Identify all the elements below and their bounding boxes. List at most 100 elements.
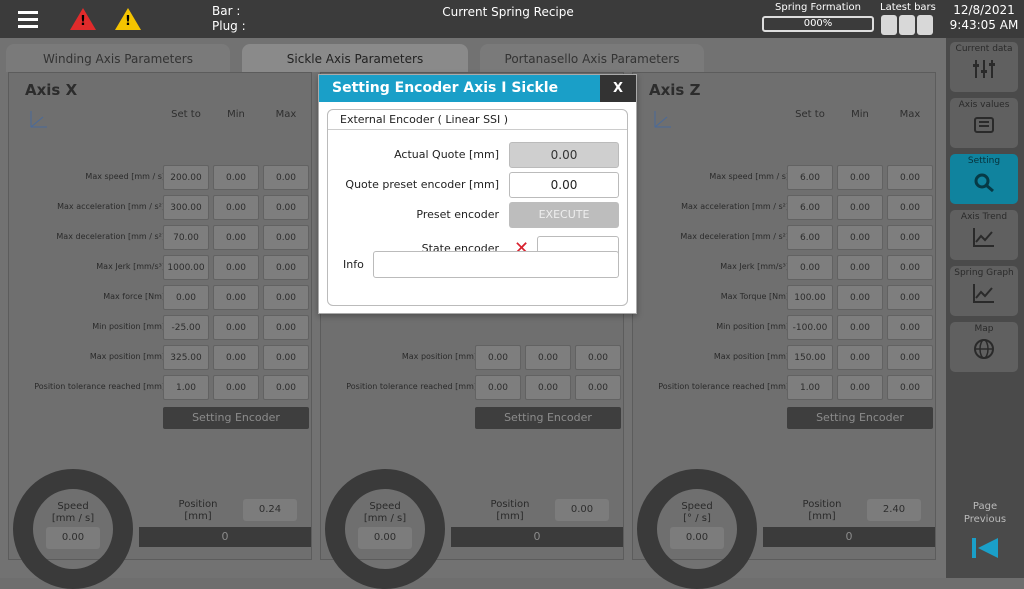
max-value: 0.00 <box>575 375 621 400</box>
max-value: 0.00 <box>263 255 309 280</box>
globe-icon <box>974 339 994 359</box>
bar-label: Bar : <box>212 4 241 18</box>
hamburger-menu-icon[interactable] <box>0 0 56 38</box>
set-to-input[interactable]: -100.00 <box>787 315 833 340</box>
warning-icon[interactable]: ! <box>115 8 141 30</box>
set-to-input[interactable]: 200.00 <box>163 165 209 190</box>
max-value: 0.00 <box>263 375 309 400</box>
min-value: 0.00 <box>837 165 883 190</box>
set-to-input[interactable]: 100.00 <box>787 285 833 310</box>
set-to-input[interactable]: 0.00 <box>475 375 521 400</box>
min-value: 0.00 <box>837 375 883 400</box>
setting-encoder-button[interactable]: Setting Encoder <box>475 407 621 429</box>
sliders-icon <box>973 60 995 78</box>
parameter-row: Max force [Nm] 0.00 0.00 0.00 <box>9 285 313 311</box>
set-to-input[interactable]: 0.00 <box>787 255 833 280</box>
position-label: Position [mm] <box>178 499 218 522</box>
set-to-input[interactable]: 70.00 <box>163 225 209 250</box>
setting-encoder-button[interactable]: Setting Encoder <box>787 407 933 429</box>
set-to-input[interactable]: 0.00 <box>475 345 521 370</box>
max-value: 0.00 <box>887 345 933 370</box>
max-value: 0.00 <box>887 195 933 220</box>
preset-input[interactable]: 0.00 <box>509 172 619 198</box>
max-value: 0.00 <box>887 315 933 340</box>
position-bar: 0 <box>763 527 935 547</box>
parameter-label: Min position [mm] <box>716 322 789 331</box>
parameter-label: Max Torque [Nm] <box>720 292 789 301</box>
set-to-input[interactable]: 150.00 <box>787 345 833 370</box>
alarm-icon[interactable]: ! <box>70 8 96 30</box>
column-header: Max <box>899 109 921 120</box>
parameter-label: Position tolerance reached [mm] <box>34 382 165 391</box>
parameter-label: Max Jerk [mm/s³] <box>720 262 789 271</box>
parameter-row: Max Jerk [mm/s³] 0.00 0.00 0.00 <box>633 255 937 281</box>
setting-encoder-button[interactable]: Setting Encoder <box>163 407 309 429</box>
min-value: 0.00 <box>837 255 883 280</box>
sidebar-item-setting[interactable]: Setting <box>950 154 1018 204</box>
set-to-input[interactable]: 6.00 <box>787 165 833 190</box>
settings-wrench-icon <box>974 173 994 193</box>
min-value: 0.00 <box>213 285 259 310</box>
execute-button[interactable]: EXECUTE <box>509 202 619 228</box>
parameter-row: Position tolerance reached [mm] 1.00 0.00 0… <box>633 375 937 401</box>
set-to-input[interactable]: 1.00 <box>787 375 833 400</box>
max-value: 0.00 <box>887 375 933 400</box>
set-to-input[interactable]: 300.00 <box>163 195 209 220</box>
parameter-label: Max acceleration [mm / s²] <box>57 202 165 211</box>
min-value: 0.00 <box>837 225 883 250</box>
set-to-input[interactable]: 1000.00 <box>163 255 209 280</box>
max-value: 0.00 <box>263 225 309 250</box>
parameter-label: Max acceleration [mm / s²] <box>681 202 789 211</box>
position-bar: 0 <box>139 527 311 547</box>
column-header: Min <box>227 109 245 120</box>
right-sidebar: Current data Axis values Setting Axis Tr… <box>946 38 1024 578</box>
date: 12/8/2021 <box>953 3 1015 17</box>
sidebar-item-current-data[interactable]: Current data <box>950 42 1018 92</box>
tab-sickle-axis[interactable]: Sickle Axis Parameters <box>242 44 468 72</box>
actual-quote-row: Actual Quote [mm] 0.00 <box>328 142 627 168</box>
axes-icon <box>30 111 47 128</box>
speed-label: Speed [° / s] <box>681 501 713 524</box>
time: 9:43:05 AM <box>949 18 1019 32</box>
sidebar-item-axis-trend[interactable]: Axis Trend <box>950 210 1018 260</box>
parameter-row: Max acceleration [mm / s²] 300.00 0.00 0.00 <box>9 195 313 221</box>
close-button[interactable]: X <box>600 75 636 102</box>
sidebar-item-map[interactable]: Map <box>950 322 1018 372</box>
parameter-row: Min position [mm] -25.00 0.00 0.00 <box>9 315 313 341</box>
max-value: 0.00 <box>887 255 933 280</box>
sidebar-item-axis-values[interactable]: Axis values <box>950 98 1018 148</box>
parameter-row: Min position [mm] -100.00 0.00 0.00 <box>633 315 937 341</box>
max-value: 0.00 <box>263 345 309 370</box>
parameter-label: Max force [Nm] <box>103 292 165 301</box>
dialog-title: Setting Encoder Axis I Sickle <box>319 75 636 102</box>
set-to-input[interactable]: 6.00 <box>787 195 833 220</box>
preset-row: Quote preset encoder [mm] 0.00 <box>328 172 627 198</box>
speed-value: 0.00 <box>46 527 100 549</box>
parameter-row: Max Jerk [mm/s³] 1000.00 0.00 0.00 <box>9 255 313 281</box>
set-to-input[interactable]: -25.00 <box>163 315 209 340</box>
position-value: 2.40 <box>867 499 921 521</box>
parameter-row: Position tolerance reached [mm] 0.00 0.00 0… <box>321 375 625 401</box>
tab-portanasello-axis[interactable]: Portanasello Axis Parameters <box>480 44 704 72</box>
set-to-input[interactable]: 1.00 <box>163 375 209 400</box>
max-value: 0.00 <box>263 285 309 310</box>
max-value: 0.00 <box>887 165 933 190</box>
top-bar: ! ! Bar : Plug : Current Spring Recipe S… <box>0 0 1024 38</box>
parameter-row: Position tolerance reached [mm] 1.00 0.00 0… <box>9 375 313 401</box>
latest-bar-indicator <box>899 15 915 35</box>
set-to-input[interactable]: 0.00 <box>163 285 209 310</box>
min-value: 0.00 <box>213 375 259 400</box>
position-label: Position [mm] <box>490 499 530 522</box>
parameter-row: Max acceleration [mm / s²] 6.00 0.00 0.00 <box>633 195 937 221</box>
max-value: 0.00 <box>575 345 621 370</box>
page-previous-label: Page Previous <box>963 501 1007 525</box>
tab-winding-axis[interactable]: Winding Axis Parameters <box>6 44 230 72</box>
parameter-label: Max Jerk [mm/s³] <box>96 262 165 271</box>
page-previous-icon[interactable] <box>970 536 1000 560</box>
external-encoder-group: External Encoder ( Linear SSI ) Actual Q… <box>327 109 628 306</box>
set-to-input[interactable]: 325.00 <box>163 345 209 370</box>
parameter-row: Max position [mm] 150.00 0.00 0.00 <box>633 345 937 371</box>
axis-z-panel: Axis Z Set to Min Max Max speed [mm / s]… <box>632 72 937 589</box>
set-to-input[interactable]: 6.00 <box>787 225 833 250</box>
sidebar-item-spring-graph[interactable]: Spring Graph <box>950 266 1018 316</box>
